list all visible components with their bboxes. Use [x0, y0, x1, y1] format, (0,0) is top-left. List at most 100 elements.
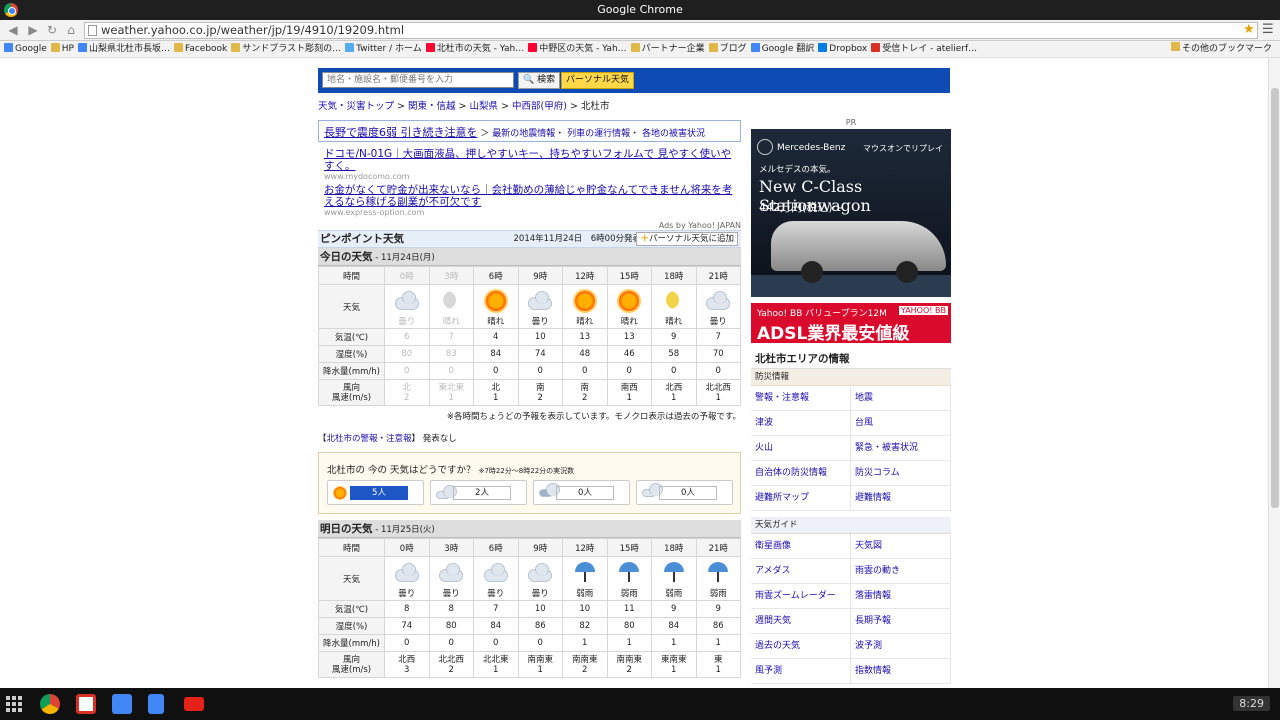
row-label: 湿度(%): [318, 345, 385, 363]
area-info-link[interactable]: 緊急・被害状況: [851, 436, 951, 461]
reload-icon[interactable]: ↻: [45, 23, 59, 37]
warning-link[interactable]: 北杜市の警報・注意報: [327, 434, 412, 444]
google-search-app-icon[interactable]: [112, 694, 132, 714]
poll-cloudy-button[interactable]: 2人: [430, 480, 527, 505]
wind-cell: 北西 1: [651, 379, 697, 406]
area-info-link[interactable]: 指数情報: [851, 659, 951, 684]
search-input[interactable]: [322, 72, 514, 88]
area-info-link[interactable]: 避難情報: [851, 486, 951, 511]
poll-rainy-button[interactable]: 0人: [533, 480, 630, 505]
add-personal-weather-label: パーソナル天気に追加: [648, 234, 734, 244]
menu-icon[interactable]: ☰: [1262, 22, 1274, 37]
poll-snowy-button[interactable]: 0人: [636, 480, 733, 505]
home-icon[interactable]: ⌂: [64, 23, 78, 37]
bookmark-item[interactable]: サンドブラスト彫刻の…: [231, 41, 341, 57]
breadcrumb-current: 北杜市: [580, 101, 610, 112]
area-info-link[interactable]: 過去の天気: [751, 634, 851, 659]
poll-count-snowy: 0人: [659, 486, 717, 500]
area-info-link[interactable]: 避難所マップ: [751, 486, 851, 511]
alert-link-trains[interactable]: 列車の運行情報: [567, 129, 630, 139]
breadcrumb-link-prefecture[interactable]: 山梨県: [470, 101, 499, 112]
tomorrow-forecast-table: 時間 0時 3時 6時 9時 12時 15時 18時 21時 天気 曇り 曇り 曇り 曇り 弱雨 弱雨 弱雨 弱雨…: [318, 538, 741, 678]
breadcrumb-link-area[interactable]: 中西部(甲府): [512, 101, 567, 112]
address-bar[interactable]: weather.yahoo.co.jp/weather/jp/19/4910/1…: [84, 22, 1258, 39]
row-label: 風向 風速(m/s): [318, 651, 385, 678]
bookmark-item[interactable]: Dropbox: [818, 41, 867, 57]
tomorrow-date: - 11月25日(火): [372, 525, 435, 535]
wind-speed-label: 風速(m/s): [331, 392, 372, 403]
bookmark-item[interactable]: 山梨県北杜市長坂…: [77, 41, 170, 57]
bookmark-item[interactable]: Google: [4, 41, 47, 57]
benz-catch: メルセデスの本気。: [759, 165, 836, 175]
docs-app-icon[interactable]: [148, 694, 164, 714]
area-info-link[interactable]: 週間天気: [751, 609, 851, 634]
add-personal-weather-button[interactable]: ＋パーソナル天気に追加: [636, 232, 738, 246]
forecast-note: ※各時間ちょうどの予報を表示しています。モノクロ表示は過去の予報です。: [446, 412, 741, 422]
temp-cell: 9: [695, 600, 741, 618]
mercedes-banner-ad[interactable]: Mercedes-Benz マウスオンでリプレイ メルセデスの本気。 New C…: [751, 129, 951, 297]
ad-link-2[interactable]: お金がなくて貯金が出来ないなら｜会社勤めの薄給じゃ貯金なんてできません将来を考え…: [324, 184, 741, 208]
alert-headline-link[interactable]: 長野で震度6弱 引き続き注意を: [324, 126, 478, 139]
ad-link-1[interactable]: ドコモ/N-01G｜大画面液晶、押しやすいキー、持ちやすいフォルムで 見やすく使…: [324, 148, 741, 172]
bookmark-item[interactable]: Google 翻訳: [750, 41, 814, 57]
bookmark-item[interactable]: 受信トレイ - atelierf…: [871, 41, 977, 57]
hour-cell: 6時: [473, 266, 519, 285]
scrollbar-thumb[interactable]: [1271, 88, 1279, 508]
bookmark-item[interactable]: パートナー企業: [630, 41, 705, 57]
bookmark-item[interactable]: 中野区の天気 - Yah…: [528, 41, 627, 57]
forward-icon[interactable]: ▶: [26, 23, 40, 37]
area-info-title: 北杜市エリアの情報: [751, 349, 951, 369]
bookmark-item[interactable]: HP: [50, 41, 74, 57]
breadcrumb-link-top[interactable]: 天気・災害トップ: [318, 101, 394, 112]
other-bookmarks[interactable]: その他のブックマーク: [1170, 41, 1272, 57]
gmail-app-icon[interactable]: [76, 694, 96, 714]
yahoo-bb-logo: YAHOO! BB: [898, 306, 948, 315]
area-info-link[interactable]: 防災コラム: [851, 461, 951, 486]
area-info-link[interactable]: 雨雲ズームレーダー: [751, 584, 851, 609]
area-info-link[interactable]: 天気図: [851, 534, 951, 559]
area-info-link[interactable]: 台風: [851, 411, 951, 436]
weather-cell: 弱雨: [695, 556, 741, 601]
back-icon[interactable]: ◀: [6, 23, 20, 37]
personal-weather-button[interactable]: パーソナル天気: [561, 72, 635, 89]
bookmark-label: Dropbox: [829, 44, 868, 54]
area-info-link[interactable]: 風予測: [751, 659, 851, 684]
area-info-link[interactable]: 衛星画像: [751, 534, 851, 559]
area-info-link[interactable]: 長期予報: [851, 609, 951, 634]
bookmark-favicon-icon: [50, 43, 60, 52]
bookmark-favicon-icon: [750, 43, 760, 52]
bookmark-item[interactable]: Twitter / ホーム: [345, 41, 422, 57]
app-launcher-icon[interactable]: [6, 696, 22, 712]
alert-link-quake[interactable]: 最新の地震情報: [492, 129, 555, 139]
poll-sunny-button[interactable]: 5人: [327, 480, 424, 505]
poll-question: 北杜市の 今の 天気はどうですか？ ※7時22分～8時22分の実況数: [327, 462, 574, 476]
weather-label: 曇り: [487, 589, 505, 599]
area-info-link[interactable]: 地震: [851, 386, 951, 411]
temp-cell: 7: [695, 328, 741, 346]
area-info-link[interactable]: 津波: [751, 411, 851, 436]
page-scrollbar[interactable]: [1268, 58, 1280, 688]
bookmark-item[interactable]: ブログ: [708, 41, 747, 57]
chrome-app-icon[interactable]: [40, 694, 60, 714]
alert-link-damage[interactable]: 各地の被害状況: [642, 129, 705, 139]
bookmark-item[interactable]: 北杜市の天気 - Yah…: [425, 41, 524, 57]
weather-label: 晴れ: [442, 317, 460, 327]
youtube-app-icon[interactable]: [184, 697, 204, 711]
area-info-link[interactable]: アメダス: [751, 559, 851, 584]
area-info-link[interactable]: 落雷情報: [851, 584, 951, 609]
hour-cell: 3時: [428, 538, 474, 557]
area-info-link[interactable]: 雨雲の動き: [851, 559, 951, 584]
search-button[interactable]: 🔍 検索: [518, 72, 561, 89]
disaster-info-head: 防災情報: [751, 369, 951, 386]
adsl-banner-ad[interactable]: Yahoo! BB バリュープラン12M YAHOO! BB ADSL業界最安値…: [751, 303, 951, 344]
bookmark-item[interactable]: Facebook: [173, 41, 227, 57]
weather-label: 曇り: [531, 317, 549, 327]
bookmark-star-icon[interactable]: ★: [1243, 22, 1255, 37]
area-info-link[interactable]: 火山: [751, 436, 851, 461]
breadcrumb-link-region[interactable]: 関東・信越: [408, 101, 456, 112]
area-info-link[interactable]: 自治体の防災情報: [751, 461, 851, 486]
weather-cell: 弱雨: [562, 556, 608, 601]
cloud-icon: [394, 288, 420, 314]
area-info-link[interactable]: 波予測: [851, 634, 951, 659]
area-info-link[interactable]: 警報・注意報: [751, 386, 851, 411]
